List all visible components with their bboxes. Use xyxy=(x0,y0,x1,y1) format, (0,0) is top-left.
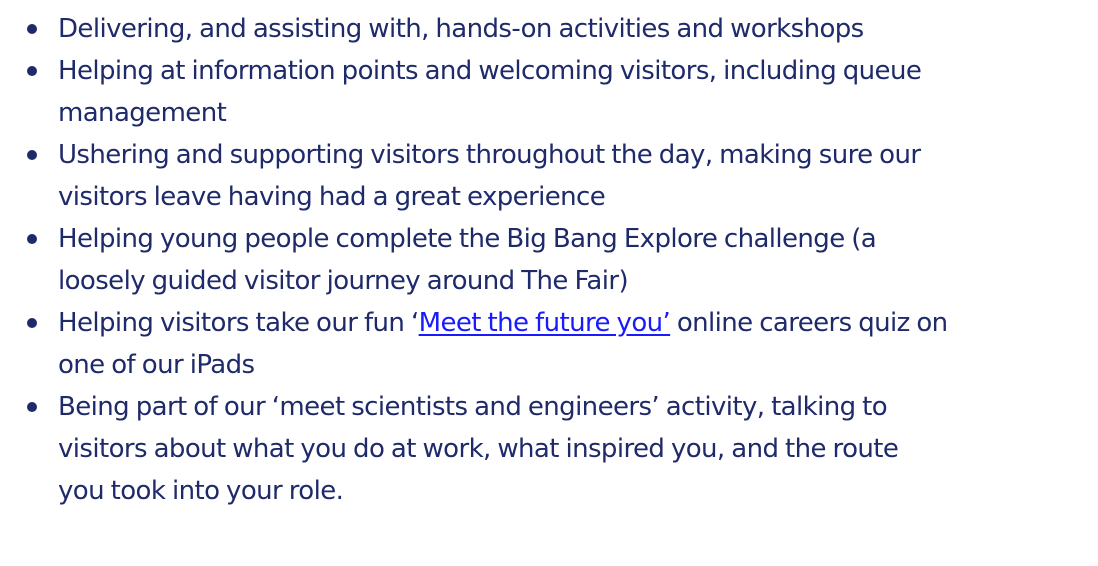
list-item-text: visitors about what you do at work, what… xyxy=(58,434,899,464)
list-item-text-after-link: online careers quiz on xyxy=(670,308,948,338)
bullet-icon xyxy=(27,234,37,244)
list-item-text: you took into your role. xyxy=(58,476,344,506)
list-item-text: one of our iPads xyxy=(58,350,255,380)
list-item-text: visitors leave having had a great experi… xyxy=(58,182,606,212)
volunteer-duties-section: Delivering, and assisting with, hands-on… xyxy=(0,0,1098,566)
bullet-icon xyxy=(27,66,37,76)
list-item-text: Delivering, and assisting with, hands-on… xyxy=(58,14,864,44)
list-item-text-before-link: Helping visitors take our fun ‘ xyxy=(58,308,419,338)
list-item-text: Ushering and supporting visitors through… xyxy=(58,140,921,170)
list-item: Helping young people complete the Big Ba… xyxy=(20,218,1078,302)
list-item: Delivering, and assisting with, hands-on… xyxy=(20,8,1078,50)
bullet-icon xyxy=(27,150,37,160)
list-item-text: Helping visitors take our fun ‘Meet the … xyxy=(58,302,1078,344)
list-item: Helping visitors take our fun ‘Meet the … xyxy=(20,302,1078,386)
list-item-text: Being part of our ‘meet scientists and e… xyxy=(58,392,888,422)
list-item-text: loosely guided visitor journey around Th… xyxy=(58,266,629,296)
volunteer-duties-list: Delivering, and assisting with, hands-on… xyxy=(20,8,1078,512)
list-item-text: Helping young people complete the Big Ba… xyxy=(58,224,877,254)
bullet-icon xyxy=(27,402,37,412)
list-item: Being part of our ‘meet scientists and e… xyxy=(20,386,1078,512)
list-item-text: Helping at information points and welcom… xyxy=(58,56,922,86)
list-item: Ushering and supporting visitors through… xyxy=(20,134,1078,218)
list-item-text: management xyxy=(58,98,227,128)
list-item: Helping at information points and welcom… xyxy=(20,50,1078,134)
bullet-icon xyxy=(27,318,37,328)
bullet-icon xyxy=(27,24,37,34)
meet-the-future-you-link[interactable]: Meet the future you’ xyxy=(419,308,671,338)
